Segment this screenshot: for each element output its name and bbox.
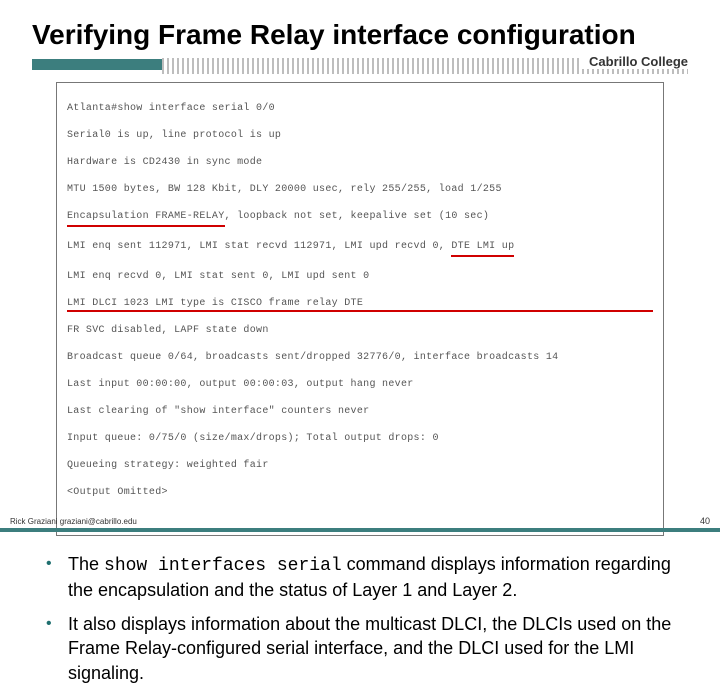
bullet-list: The show interfaces serial command displ… xyxy=(32,548,688,685)
term-line: Encapsulation FRAME-RELAY, loopback not … xyxy=(67,210,653,227)
brand-label: Cabrillo College xyxy=(581,54,688,69)
page-number: 40 xyxy=(700,516,710,526)
term-line: Hardware is CD2430 in sync mode xyxy=(67,156,653,170)
bullet-item: It also displays information about the m… xyxy=(52,612,678,685)
term-text: , loopback not set, keepalive set (10 se… xyxy=(225,211,490,222)
footer-divider xyxy=(0,528,720,532)
term-text: LMI DLCI 1023 LMI type is CISCO frame re… xyxy=(67,298,363,309)
divider-band: Cabrillo College xyxy=(32,56,688,74)
term-line: Queueing strategy: weighted fair xyxy=(67,459,653,473)
term-line: Broadcast queue 0/64, broadcasts sent/dr… xyxy=(67,351,653,365)
term-line: Last clearing of "show interface" counte… xyxy=(67,405,653,419)
terminal-output: Atlanta#show interface serial 0/0 Serial… xyxy=(56,82,664,536)
term-line: FR SVC disabled, LAPF state down xyxy=(67,324,653,338)
term-line: MTU 1500 bytes, BW 128 Kbit, DLY 20000 u… xyxy=(67,183,653,197)
term-line: Input queue: 0/75/0 (size/max/drops); To… xyxy=(67,432,653,446)
term-line-underlined: LMI DLCI 1023 LMI type is CISCO frame re… xyxy=(67,297,653,311)
underline-red: DTE LMI up xyxy=(451,240,514,257)
term-text: LMI enq sent 112971, LMI stat recvd 1129… xyxy=(67,241,451,252)
teal-bar xyxy=(32,59,162,70)
command-text: show interfaces serial xyxy=(104,556,342,576)
footer-credit: Rick Graziani graziani@cabrillo.edu xyxy=(10,517,137,526)
slide-title: Verifying Frame Relay interface configur… xyxy=(32,18,688,52)
term-line: LMI enq recvd 0, LMI stat sent 0, LMI up… xyxy=(67,270,653,284)
underline-red: Encapsulation FRAME-RELAY xyxy=(67,210,225,227)
term-line: <Output Omitted> xyxy=(67,486,653,500)
term-line: Serial0 is up, line protocol is up xyxy=(67,129,653,143)
term-line: Last input 00:00:00, output 00:00:03, ou… xyxy=(67,378,653,392)
term-line: Atlanta#show interface serial 0/0 xyxy=(67,102,653,116)
bullet-item: The show interfaces serial command displ… xyxy=(52,552,678,603)
bullet-text: The xyxy=(68,554,104,574)
slide: Verifying Frame Relay interface configur… xyxy=(0,0,720,540)
term-line: LMI enq sent 112971, LMI stat recvd 1129… xyxy=(67,240,653,257)
